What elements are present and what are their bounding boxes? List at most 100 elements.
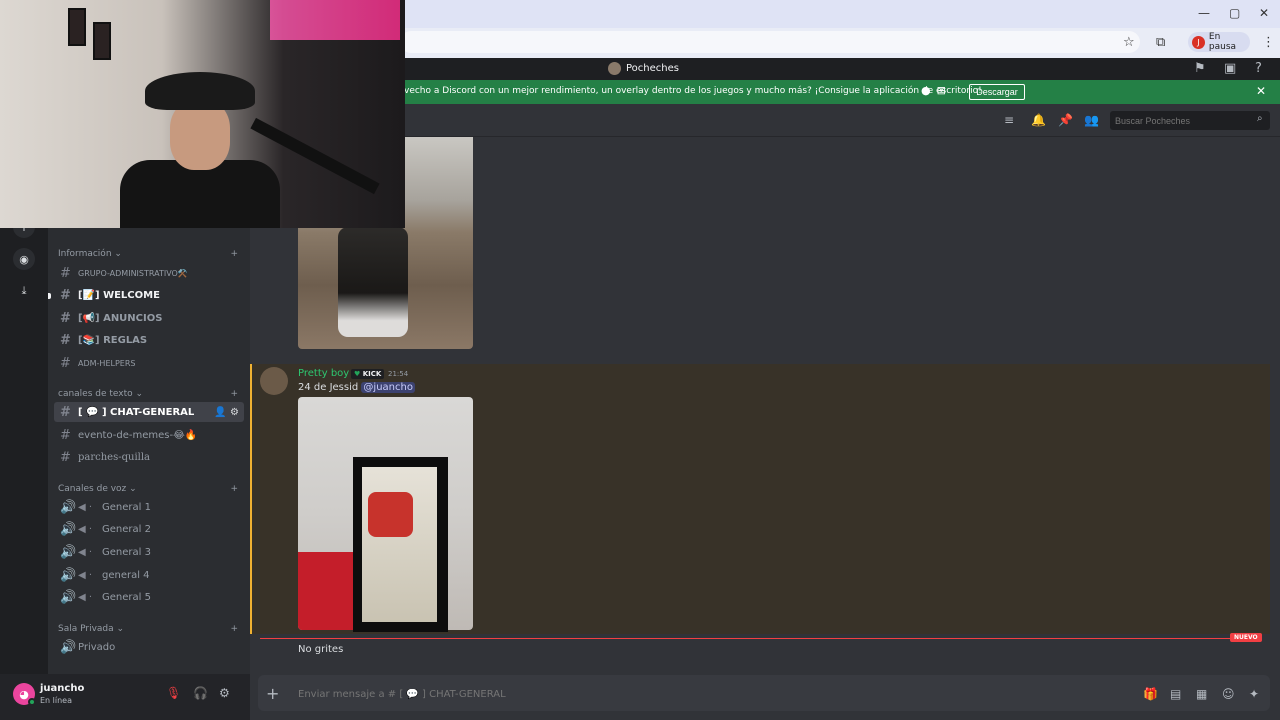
channel-label: General 2 [102, 523, 151, 535]
invite-icon[interactable]: 👤 [214, 407, 226, 418]
channel-parches-quilla[interactable]: # parches-quilla [54, 447, 244, 467]
explore-icon[interactable]: ◉ [13, 248, 35, 270]
sticker-icon[interactable]: ▦ [1196, 687, 1207, 701]
add-channel-icon[interactable]: + [230, 389, 238, 399]
category-text[interactable]: canales de texto ⌄ + [58, 389, 238, 399]
add-channel-icon[interactable]: + [230, 624, 238, 634]
close-window-icon[interactable]: ✕ [1259, 6, 1269, 20]
windows-icon: ⊞ [936, 84, 946, 97]
gift-icon[interactable]: 🎁 [1143, 687, 1158, 701]
pin-icon[interactable]: 📌 [1058, 113, 1073, 127]
hash-icon: # [60, 287, 71, 303]
channel-label: [📚] REGLAS [78, 334, 148, 346]
download-icon[interactable]: ⤓ [13, 280, 35, 302]
minimize-icon[interactable]: — [1198, 6, 1210, 20]
hash-icon: # [60, 310, 71, 326]
members-icon[interactable]: 👥 [1084, 113, 1099, 127]
channel-anuncios[interactable]: # [📢] ANUNCIOS [54, 308, 244, 328]
profile-button[interactable]: J En pausa [1188, 32, 1250, 52]
user-mention[interactable]: @juancho [361, 382, 415, 393]
channel-label: General 1 [102, 501, 151, 513]
close-banner-icon[interactable]: ✕ [1256, 84, 1266, 98]
webcam-detail [170, 100, 230, 170]
voice-channel-general-3[interactable]: 🔊 ◀ · General 3 [54, 542, 244, 562]
category-info[interactable]: Información ⌄ + [58, 249, 238, 259]
mute-mic-icon[interactable]: 🎙 [166, 686, 181, 700]
heart-icon: ♥ [354, 370, 361, 378]
message-author-avatar[interactable] [260, 367, 288, 395]
download-button[interactable]: Descargar [969, 84, 1025, 100]
channel-label: [📝] WELCOME [78, 289, 160, 301]
volume-icon: ◀ · [78, 569, 93, 581]
puzzle-icon[interactable]: ⧉ [1156, 35, 1165, 50]
kebab-icon[interactable]: ⋮ [1262, 35, 1275, 50]
voice-channel-general-4[interactable]: 🔊 ◀ · general 4 [54, 565, 244, 585]
android-icon: ● [921, 84, 931, 97]
server-icon [608, 62, 621, 75]
search-input[interactable] [1110, 111, 1270, 130]
emoji-icon[interactable]: ☺ [1222, 687, 1235, 701]
channel-label: parches-quilla [78, 451, 151, 463]
address-bar[interactable] [400, 31, 1140, 53]
flag-icon[interactable]: ⚑ [1194, 61, 1206, 76]
category-private[interactable]: Sala Privada ⌄ + [58, 624, 238, 634]
voice-channel-privado[interactable]: 🔊 Privado [54, 637, 244, 657]
inbox-icon[interactable]: ▣ [1224, 61, 1236, 76]
category-voice-label: Canales de voz [58, 484, 127, 494]
search-icon: ⌕ [1257, 113, 1263, 124]
speaker-icon: 🔊 [60, 639, 77, 655]
server-title: Pocheches [608, 62, 679, 75]
voice-channel-general-1[interactable]: 🔊 ◀ · General 1 [54, 497, 244, 517]
message-timestamp: 21:54 [388, 370, 409, 378]
badge-label: KICK [362, 370, 382, 378]
category-voice[interactable]: Canales de voz ⌄ + [58, 484, 238, 494]
user-panel [0, 674, 250, 720]
webcam-overlay [0, 0, 405, 228]
app-root: — ▢ ✕ ☆ ⧉ J En pausa ⋮ Pocheches ⚑ ▣ ? v… [0, 0, 1280, 720]
help-icon[interactable]: ? [1255, 61, 1262, 76]
threads-icon[interactable]: ≡ [1004, 113, 1014, 127]
star-icon[interactable]: ☆ [1123, 35, 1135, 50]
volume-icon: ◀ · [78, 523, 93, 535]
channel-label: General 5 [102, 591, 151, 603]
channel-chat-general[interactable]: # [ 💬 ] CHAT-GENERAL 👤 ⚙ [54, 402, 244, 422]
attach-plus-icon[interactable]: + [266, 684, 279, 703]
hash-icon: # [60, 449, 71, 465]
headphones-icon[interactable]: 🎧 [193, 686, 208, 700]
channel-label: general 4 [102, 569, 150, 581]
speaker-icon: 🔊 [60, 589, 77, 605]
add-channel-icon[interactable]: + [230, 249, 238, 259]
message-input[interactable] [298, 687, 1098, 701]
apps-icon[interactable]: ✦ [1249, 687, 1259, 701]
channel-reglas[interactable]: # [📚] REGLAS [54, 330, 244, 350]
speaker-icon: 🔊 [60, 544, 77, 560]
voice-channel-general-2[interactable]: 🔊 ◀ · General 2 [54, 519, 244, 539]
webcam-detail [93, 22, 111, 60]
channel-label: ADM-HELPERS [78, 358, 136, 368]
channel-welcome[interactable]: # [📝] WELCOME [54, 285, 244, 305]
add-channel-icon[interactable]: + [230, 484, 238, 494]
username[interactable]: juancho [40, 683, 84, 694]
webcam-detail [120, 160, 280, 228]
online-status-dot [28, 698, 36, 706]
settings-gear-icon[interactable]: ⚙ [219, 686, 230, 700]
voice-channel-general-5[interactable]: 🔊 ◀ · General 5 [54, 587, 244, 607]
bell-icon[interactable]: 🔔 [1031, 113, 1046, 127]
server-name: Pocheches [626, 63, 679, 74]
profile-avatar: J [1192, 35, 1205, 49]
volume-icon: ◀ · [78, 546, 93, 558]
channel-evento-de-memes[interactable]: # evento-de-memes-😂🔥 [54, 425, 244, 445]
unread-indicator [48, 293, 51, 299]
channel-label: GRUPO-ADMINISTRATIVO⚒️ [78, 268, 188, 278]
message-body: 24 de Jessid [298, 382, 359, 393]
image-detail [298, 552, 353, 630]
channel-label: Privado [78, 641, 116, 653]
channel-adm-helpers[interactable]: # ADM-HELPERS [54, 353, 244, 373]
gif-icon[interactable]: ▤ [1170, 687, 1181, 701]
maximize-icon[interactable]: ▢ [1229, 6, 1240, 20]
gear-icon[interactable]: ⚙ [230, 407, 239, 418]
channel-grupo-administrativo[interactable]: # GRUPO-ADMINISTRATIVO⚒️ [54, 263, 244, 283]
message-author[interactable]: Pretty boy [298, 368, 349, 379]
channel-label: [ 💬 ] CHAT-GENERAL [78, 406, 195, 418]
category-private-label: Sala Privada [58, 624, 114, 634]
